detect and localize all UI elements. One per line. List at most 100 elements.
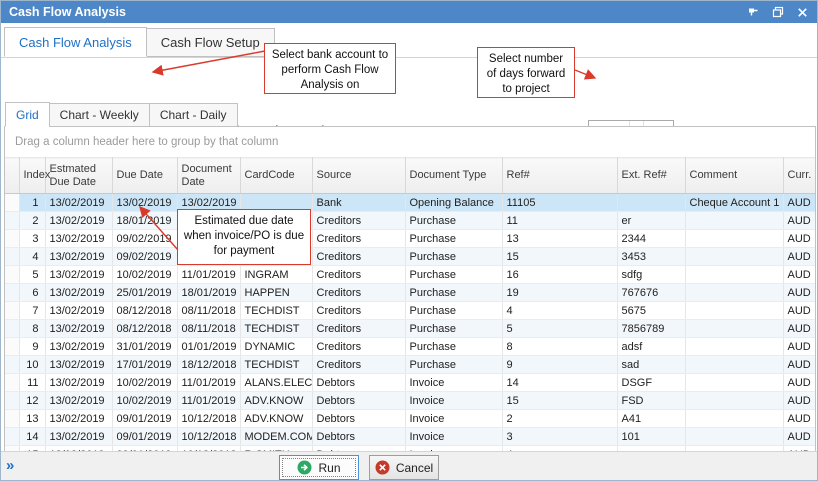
table-row[interactable]: 1113/02/201910/02/201911/01/2019ALANS.EL… xyxy=(5,374,816,392)
column-header-comment[interactable]: Comment xyxy=(685,158,783,194)
tab-grid[interactable]: Grid xyxy=(5,102,50,127)
run-button[interactable]: Run xyxy=(279,455,359,480)
window-title: Cash Flow Analysis xyxy=(1,5,126,19)
callout-bank-account: Select bank account toperform Cash FlowA… xyxy=(264,43,396,94)
callout-estimated-due-date: Estimated due datewhen invoice/PO is due… xyxy=(177,209,311,265)
row-indicator xyxy=(5,284,19,302)
column-header-document-type[interactable]: Document Type xyxy=(405,158,502,194)
tab-chart-daily[interactable]: Chart - Daily xyxy=(149,103,238,127)
cell-estmated-due-date: 13/02/2019 xyxy=(45,428,112,446)
cell-cardcode: ADV.KNOW xyxy=(240,392,312,410)
footer-bar: » Run Cancel xyxy=(1,451,817,481)
cell-ext-ref: DSGF xyxy=(617,374,685,392)
column-header-source[interactable]: Source xyxy=(312,158,405,194)
tab-chart-weekly[interactable]: Chart - Weekly xyxy=(49,103,150,127)
cell-source: Debtors xyxy=(312,392,405,410)
main-tab-strip: Cash Flow Analysis Cash Flow Setup xyxy=(1,23,817,58)
cell-curr: AUD xyxy=(783,338,816,356)
grid-panel: Drag a column header here to group by th… xyxy=(4,126,816,452)
table-row[interactable]: 813/02/201908/12/201808/11/2018TECHDISTC… xyxy=(5,320,816,338)
table-row[interactable]: 613/02/201925/01/201918/01/2019HAPPENCre… xyxy=(5,284,816,302)
cell-document-date: 08/11/2018 xyxy=(177,320,240,338)
cell-comment xyxy=(685,338,783,356)
cell-document-type: Purchase xyxy=(405,266,502,284)
cancel-button[interactable]: Cancel xyxy=(369,455,439,480)
cell-estmated-due-date: 13/02/2019 xyxy=(45,230,112,248)
cell-ref: 16 xyxy=(502,266,617,284)
cell-document-date: 08/11/2018 xyxy=(177,302,240,320)
table-row[interactable]: 513/02/201910/02/201911/01/2019INGRAMCre… xyxy=(5,266,816,284)
cell-ref: 19 xyxy=(502,284,617,302)
table-row[interactable]: 1013/02/201917/01/201918/12/2018TECHDIST… xyxy=(5,356,816,374)
cell-index: 12 xyxy=(19,392,45,410)
cell-document-date: 10/12/2018 xyxy=(177,410,240,428)
column-header-ref[interactable]: Ref# xyxy=(502,158,617,194)
tab-cash-flow-analysis[interactable]: Cash Flow Analysis xyxy=(4,27,147,57)
cell-estmated-due-date: 13/02/2019 xyxy=(45,338,112,356)
row-indicator-header xyxy=(5,158,19,194)
cell-index: 9 xyxy=(19,338,45,356)
column-header-due-date[interactable]: Due Date xyxy=(112,158,177,194)
cell-ref: 3 xyxy=(502,428,617,446)
cell-cardcode: TECHDIST xyxy=(240,320,312,338)
cell-due-date: 10/02/2019 xyxy=(112,392,177,410)
column-header-estmated-due-date[interactable]: Estmated Due Date xyxy=(45,158,112,194)
cell-ext-ref xyxy=(617,194,685,212)
cell-index: 13 xyxy=(19,410,45,428)
cell-ref: 8 xyxy=(502,338,617,356)
cell-source: Debtors xyxy=(312,410,405,428)
close-icon[interactable] xyxy=(796,6,809,19)
column-header-index[interactable]: Index xyxy=(19,158,45,194)
cell-ref: 15 xyxy=(502,248,617,266)
cell-comment xyxy=(685,212,783,230)
cell-index: 7 xyxy=(19,302,45,320)
callout-line: of days forward xyxy=(478,67,574,82)
row-indicator xyxy=(5,410,19,428)
table-row[interactable]: 1413/02/201909/01/201910/12/2018MODEM.CO… xyxy=(5,428,816,446)
table-row[interactable]: 313/02/201909/02/2019CreditorsPurchase13… xyxy=(5,230,816,248)
table-row[interactable]: 1313/02/201909/01/201910/12/2018ADV.KNOW… xyxy=(5,410,816,428)
cell-cardcode: HAPPEN xyxy=(240,284,312,302)
row-indicator xyxy=(5,374,19,392)
cell-curr: AUD xyxy=(783,320,816,338)
cell-index: 5 xyxy=(19,266,45,284)
column-header-document-date[interactable]: Document Date xyxy=(177,158,240,194)
cancel-button-label: Cancel xyxy=(396,461,433,475)
expand-chevrons[interactable]: » xyxy=(6,457,14,474)
cell-cardcode: INGRAM xyxy=(240,266,312,284)
cancel-x-icon xyxy=(375,460,390,475)
cell-due-date: 08/12/2018 xyxy=(112,302,177,320)
row-indicator xyxy=(5,230,19,248)
table-row[interactable]: 413/02/201909/02/2019CreditorsPurchase15… xyxy=(5,248,816,266)
table-row[interactable]: 1213/02/201910/02/201911/01/2019ADV.KNOW… xyxy=(5,392,816,410)
cell-source: Creditors xyxy=(312,230,405,248)
table-row[interactable]: 913/02/201931/01/201901/01/2019DYNAMICCr… xyxy=(5,338,816,356)
cell-cardcode: TECHDIST xyxy=(240,302,312,320)
column-header-ext-ref[interactable]: Ext. Ref# xyxy=(617,158,685,194)
cell-due-date: 13/02/2019 xyxy=(112,194,177,212)
cell-document-type: Opening Balance xyxy=(405,194,502,212)
callout-days-forward: Select numberof days forwardto project xyxy=(477,47,575,98)
column-header-curr[interactable]: Curr. xyxy=(783,158,816,194)
cell-source: Creditors xyxy=(312,212,405,230)
cell-ref: 11105 xyxy=(502,194,617,212)
table-row[interactable]: 213/02/201918/01/2019CreditorsPurchase11… xyxy=(5,212,816,230)
table-row[interactable]: 713/02/201908/12/201808/11/2018TECHDISTC… xyxy=(5,302,816,320)
group-by-hint[interactable]: Drag a column header here to group by th… xyxy=(5,127,815,157)
cell-comment xyxy=(685,320,783,338)
cell-cardcode: DYNAMIC xyxy=(240,338,312,356)
cell-ref: 4 xyxy=(502,302,617,320)
table-row[interactable]: 113/02/201913/02/201913/02/2019BankOpeni… xyxy=(5,194,816,212)
column-header-cardcode[interactable]: CardCode xyxy=(240,158,312,194)
cell-ext-ref: 7856789 xyxy=(617,320,685,338)
tab-cash-flow-setup[interactable]: Cash Flow Setup xyxy=(146,28,275,57)
cell-curr: AUD xyxy=(783,302,816,320)
cell-ref: 5 xyxy=(502,320,617,338)
cell-comment xyxy=(685,410,783,428)
pin-icon[interactable] xyxy=(746,5,760,19)
cell-index: 8 xyxy=(19,320,45,338)
cell-document-type: Purchase xyxy=(405,356,502,374)
cell-curr: AUD xyxy=(783,284,816,302)
callout-line: for payment xyxy=(178,244,310,259)
restore-icon[interactable] xyxy=(771,5,785,19)
